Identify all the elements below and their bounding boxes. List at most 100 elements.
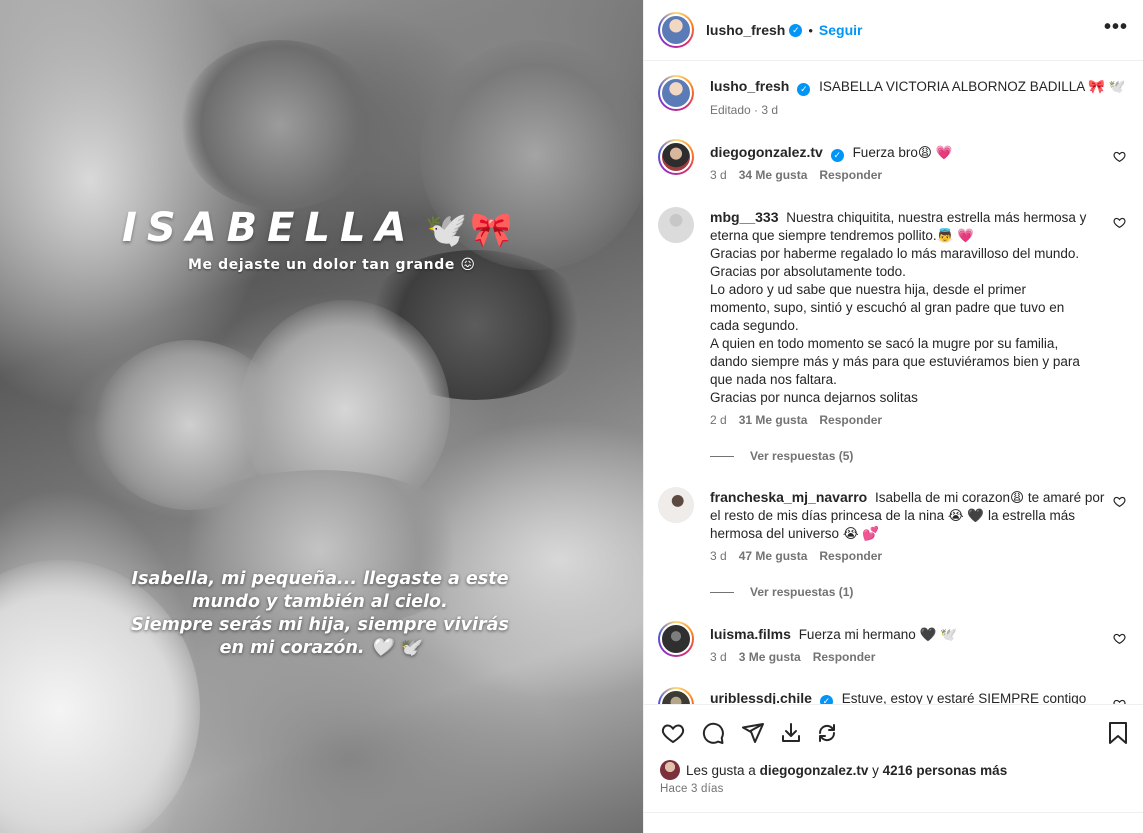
comment-body: diegogonzalez.tv ✓ Fuerza bro😩 💗	[710, 143, 1102, 162]
caption-row: lusho_fresh ✓ ISABELLA VICTORIA ALBORNOZ …	[658, 75, 1130, 125]
post-side-panel: lusho_fresh ✓ • Seguir ••• lusho_fresh ✓ …	[643, 0, 1143, 833]
avatar[interactable]	[658, 139, 694, 175]
comment-text-line: eterna que siempre tendremos pollito.👼 💗	[710, 228, 974, 243]
comment-text: Fuerza mi hermano 🖤 🕊️	[798, 627, 957, 642]
comment-body: mbg__333 Nuestra chiquitita, nuestra est…	[710, 208, 1106, 407]
comment-likes[interactable]: 31 Me gusta	[739, 413, 808, 427]
story-caption: Isabella, mi pequeña... llegaste a este …	[60, 568, 580, 660]
comment-text-line: A quien en todo momento se sacó la mugre…	[710, 336, 1059, 351]
comment-body: francheska_mj_navarro Isabella de mi cor…	[710, 488, 1110, 543]
comment-username[interactable]: mbg__333	[710, 209, 778, 225]
post-header: lusho_fresh ✓ • Seguir •••	[644, 0, 1143, 61]
view-replies-button[interactable]: Ver respuestas (5)	[710, 449, 853, 463]
post-photo[interactable]: ISABELLA 🕊️ 🎀 Me dejaste un dolor tan gr…	[0, 0, 643, 833]
comment-meta: 2 d 31 Me gusta Responder	[710, 413, 882, 427]
post-time: Hace 3 días	[660, 783, 724, 795]
avatar[interactable]	[658, 621, 694, 657]
likes-count[interactable]: 4216 personas más	[883, 763, 1008, 778]
likes-user[interactable]: diegogonzalez.tv	[760, 763, 869, 778]
comment-body: uriblessdj.chile ✓ Estuve, estoy y estaré…	[710, 689, 1102, 704]
comments-list[interactable]: lusho_fresh ✓ ISABELLA VICTORIA ALBORNOZ …	[644, 61, 1143, 704]
comment-age: 3 d	[710, 168, 727, 182]
comment-body: luisma.films Fuerza mi hermano 🖤 🕊️	[710, 625, 1102, 644]
story-title: ISABELLA	[122, 205, 417, 251]
verified-icon: ✓	[819, 695, 833, 704]
heart-icon[interactable]	[1113, 495, 1126, 508]
view-replies-label[interactable]: Ver respuestas (1)	[750, 585, 853, 599]
verified-icon: ✓	[830, 149, 844, 162]
add-comment-bar[interactable]	[644, 812, 1143, 833]
view-replies-button[interactable]: Ver respuestas (1)	[710, 585, 853, 599]
separator: •	[808, 22, 813, 38]
likes-summary: Les gusta a diegogonzalez.tv y 4216 pers…	[660, 760, 1007, 780]
edited-label: Editado · 3 d	[710, 103, 779, 117]
comment-meta: 3 d 47 Me gusta Responder	[710, 549, 882, 563]
comment-row: francheska_mj_navarro Isabella de mi cor…	[658, 487, 1130, 567]
download-icon[interactable]	[779, 721, 803, 745]
comment-text-line: el resto de mis días princesa de la nina…	[710, 508, 1075, 523]
avatar[interactable]	[658, 12, 694, 48]
comment-text-line: Gracias por absolutamente todo.	[710, 264, 906, 279]
heart-icon[interactable]	[661, 721, 685, 745]
reply-button[interactable]: Responder	[819, 413, 882, 427]
avatar[interactable]	[658, 207, 694, 243]
reply-button[interactable]: Responder	[813, 650, 876, 664]
comment-age: 3 d	[710, 650, 727, 664]
bookmark-icon[interactable]	[1107, 721, 1129, 745]
comment-age: 3 d	[710, 549, 727, 563]
comment-row: diegogonzalez.tv ✓ Fuerza bro😩 💗 3 d 34 M…	[658, 139, 1130, 189]
follow-button[interactable]: Seguir	[819, 22, 863, 38]
story-subtitle: Me dejaste un dolor tan grande 😖	[188, 257, 476, 273]
comment-username[interactable]: francheska_mj_navarro	[710, 489, 867, 505]
comment-username[interactable]: diegogonzalez.tv	[710, 144, 823, 160]
story-caption-line: mundo y también al cielo.	[192, 592, 448, 612]
caption-text: ISABELLA VICTORIA ALBORNOZ BADILLA 🎀 🕊️	[819, 79, 1126, 94]
comment-row: uriblessdj.chile ✓ Estuve, estoy y estaré…	[658, 687, 1130, 704]
comment-likes[interactable]: 34 Me gusta	[739, 168, 808, 182]
bow-emoji: 🎀	[470, 211, 513, 249]
comment-text-line: Gracias por nunca dejarnos solitas	[710, 390, 918, 405]
reply-button[interactable]: Responder	[819, 168, 882, 182]
reply-button[interactable]: Responder	[819, 549, 882, 563]
comment-likes[interactable]: 47 Me gusta	[739, 549, 808, 563]
avatar[interactable]	[658, 487, 694, 523]
comment-username[interactable]: luisma.films	[710, 626, 791, 642]
comment-username[interactable]: uriblessdj.chile	[710, 690, 812, 704]
avatar[interactable]	[660, 760, 680, 780]
repost-icon[interactable]	[815, 721, 839, 745]
comment-text-line: Lo adoro y ud sabe que nuestra hija, des…	[710, 282, 1026, 297]
avatar[interactable]	[658, 75, 694, 111]
header-username[interactable]: lusho_fresh	[706, 22, 785, 38]
comment-age: 2 d	[710, 413, 727, 427]
view-replies-label[interactable]: Ver respuestas (5)	[750, 449, 853, 463]
comment-likes[interactable]: 3 Me gusta	[739, 650, 801, 664]
photo-shape	[180, 40, 380, 210]
comment-text-line: momento, supo, sintió y escuchó al gran …	[710, 300, 1065, 315]
caption-meta: Editado · 3 d	[710, 103, 778, 117]
heart-icon[interactable]	[1113, 150, 1126, 163]
action-bar	[644, 704, 1143, 760]
replies-divider	[710, 455, 734, 457]
comment-text-line: dando siempre más y más para que estuvié…	[710, 354, 1080, 369]
avatar[interactable]	[658, 687, 694, 704]
story-caption-line: Isabella, mi pequeña... llegaste a este	[131, 569, 509, 589]
comment-text-line: cada segundo.	[710, 318, 799, 333]
share-icon[interactable]	[741, 721, 765, 745]
comment-text: Fuerza bro😩 💗	[852, 145, 953, 160]
post-modal: ISABELLA 🕊️ 🎀 Me dejaste un dolor tan gr…	[0, 0, 1143, 833]
comment-meta: 3 d 3 Me gusta Responder	[710, 650, 875, 664]
dove-emoji: 🕊️	[425, 211, 468, 249]
comment-text-line: Isabella de mi corazon😩 te amaré por	[874, 490, 1105, 505]
likes-middle: y	[872, 762, 879, 778]
replies-divider	[710, 591, 734, 593]
likes-prefix: Les gusta a	[686, 762, 756, 778]
heart-icon[interactable]	[1113, 632, 1126, 645]
comment-text: Estuve, estoy y estaré SIEMPRE contigo	[841, 691, 1087, 704]
more-options-icon[interactable]: •••	[1104, 16, 1128, 39]
caption-username[interactable]: lusho_fresh	[710, 78, 789, 94]
comment-meta: 3 d 34 Me gusta Responder	[710, 168, 882, 182]
heart-icon[interactable]	[1113, 216, 1126, 229]
comment-text-line: Nuestra chiquitita, nuestra estrella más…	[786, 210, 1087, 225]
comment-icon[interactable]	[701, 721, 725, 745]
comment-text-line: Gracias por haberme regalado lo más mara…	[710, 246, 1080, 261]
